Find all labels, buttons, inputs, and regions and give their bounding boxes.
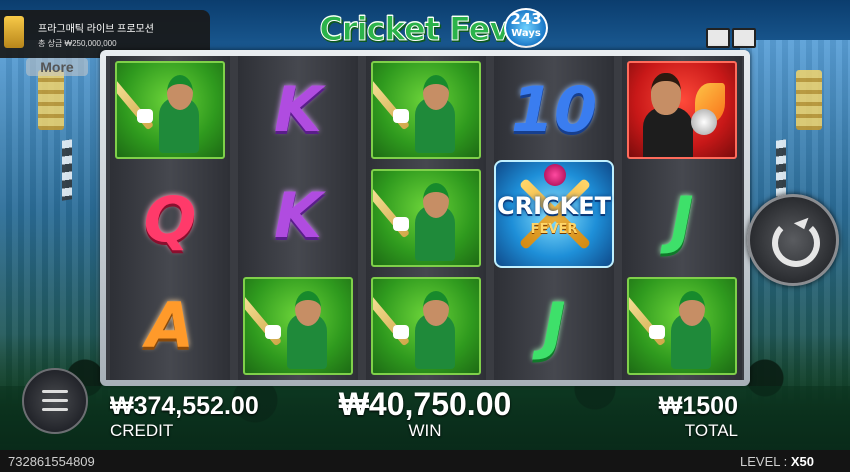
treasure-icon [4, 16, 24, 48]
win-value: ₩40,750.00 [338, 386, 512, 422]
cell-r2-3 [243, 277, 353, 375]
cell-r5-3 [627, 277, 737, 375]
game-logo: Cricket Fever 243 Ways [312, 2, 552, 56]
spin-refresh-icon [772, 219, 820, 267]
floodlight-left [38, 70, 64, 130]
menu-button[interactable] [22, 368, 88, 434]
j-symbol: J [670, 183, 694, 256]
captain-symbol [627, 61, 737, 159]
hamburger-menu-icon [42, 408, 68, 411]
floodlight-right [796, 70, 822, 130]
reel-2: K K [238, 56, 358, 380]
flag-right [776, 139, 786, 201]
cell-r4-2: CRICKET FEVER [494, 158, 614, 270]
spin-button[interactable] [747, 194, 839, 286]
k-symbol: K [273, 73, 323, 146]
game-round-id: 732861554809 [8, 454, 95, 469]
cricketer-symbol [627, 277, 737, 375]
cell-r4-1: 10 [499, 62, 609, 158]
level-indicator: LEVEL : X50 [740, 454, 814, 469]
cell-r5-2: J [627, 172, 737, 268]
credit-value: ₩374,552.00 [110, 392, 259, 420]
q-symbol: Q [143, 183, 197, 256]
promo-title: 프라그매틱 라이브 프로모션 [38, 24, 154, 35]
hamburger-menu-icon [42, 399, 68, 402]
cell-r4-3: J [499, 278, 609, 374]
cell-r1-3: A [115, 278, 225, 374]
total-bet-value[interactable]: ₩1500 [600, 392, 738, 421]
ways-number: 243 [510, 10, 542, 28]
promo-subtitle: 총 상금 ₩250,000,000 [38, 39, 117, 48]
cell-r1-1 [115, 61, 225, 159]
cell-r3-1 [371, 61, 481, 159]
cell-r5-1 [627, 61, 737, 159]
more-button[interactable]: More [26, 58, 88, 76]
cricketer-symbol [371, 277, 481, 375]
reel-1: Q A [110, 56, 230, 380]
scatter-word-cricket: CRICKET [497, 192, 611, 220]
cell-r2-2: K [243, 168, 353, 264]
cricketer-symbol [371, 169, 481, 267]
j-symbol: J [542, 289, 566, 362]
cricketer-symbol [243, 277, 353, 375]
scatter-word-fever: FEVER [530, 222, 578, 237]
cell-r1-2: Q [115, 172, 225, 268]
win-label: WIN [408, 421, 442, 440]
footer-bar: 732861554809 LEVEL : X50 [0, 450, 850, 472]
a-symbol: A [146, 289, 194, 362]
k-symbol: K [273, 179, 323, 252]
ten-symbol: 10 [510, 73, 598, 146]
reels-area: Q A K K 10 CRICKET FEVER J J [106, 56, 744, 380]
reel-4: 10 CRICKET FEVER J [494, 56, 614, 380]
cell-r2-1: K [243, 62, 353, 158]
ways-badge: 243 Ways [504, 8, 548, 48]
credit-label: CREDIT [110, 421, 174, 440]
cricket-fever-scatter-symbol: CRICKET FEVER [494, 160, 614, 268]
level-label: LEVEL : [740, 454, 788, 469]
screen-icon[interactable] [732, 28, 756, 48]
flag-left [62, 139, 72, 201]
cell-r3-3 [371, 277, 481, 375]
total-bet-label: TOTAL [684, 421, 738, 440]
cell-r3-2 [371, 169, 481, 267]
cricketer-symbol [371, 61, 481, 159]
level-value: X50 [790, 454, 814, 469]
reel-3 [366, 56, 486, 380]
sound-icon[interactable] [706, 28, 730, 48]
hamburger-menu-icon [42, 390, 68, 393]
cricketer-symbol [115, 61, 225, 159]
reel-5: J [622, 56, 742, 380]
ways-word: Ways [511, 28, 541, 39]
